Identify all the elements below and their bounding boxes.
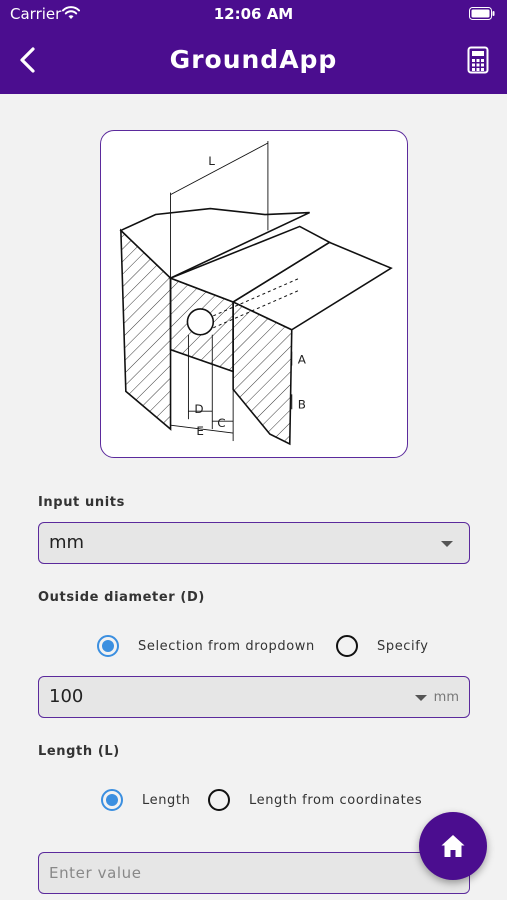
radio-label-length-from-coordinates[interactable]: Length from coordinates <box>249 793 422 808</box>
dim-label-e: E <box>196 424 204 438</box>
input-units-select[interactable]: mm <box>38 522 470 564</box>
radio-label-length[interactable]: Length <box>142 793 190 808</box>
dim-label-b: B <box>298 397 306 411</box>
outside-diameter-select[interactable]: 100 mm <box>38 676 470 718</box>
chevron-down-icon <box>441 541 453 547</box>
page-title: GroundApp <box>169 45 338 74</box>
radio-length-from-coordinates[interactable] <box>208 789 230 811</box>
radio-specify[interactable] <box>336 635 358 657</box>
radio-length[interactable] <box>101 789 123 811</box>
radio-label-selection-from-dropdown[interactable]: Selection from dropdown <box>138 639 315 654</box>
home-icon <box>441 835 465 857</box>
length-label: Length (L) <box>38 744 120 759</box>
length-input[interactable] <box>38 852 470 894</box>
outside-diameter-value: 100 <box>49 686 84 707</box>
radio-label-specify[interactable]: Specify <box>377 639 429 654</box>
calculator-icon <box>467 46 489 74</box>
dim-label-a: A <box>298 353 307 367</box>
trench-diagram: L A B D C E <box>100 130 408 458</box>
input-units-label: Input units <box>38 495 125 510</box>
radio-selection-from-dropdown[interactable] <box>97 635 119 657</box>
diameter-unit-suffix: mm <box>433 690 459 705</box>
battery-icon <box>469 7 495 20</box>
status-bar: Carrier 12:06 AM <box>0 0 507 28</box>
dim-label-c: C <box>217 416 225 430</box>
trench-cross-section-drawing: L A B D C E <box>119 141 393 446</box>
chevron-down-icon <box>415 695 427 701</box>
input-units-value: mm <box>49 532 85 553</box>
outside-diameter-label: Outside diameter (D) <box>38 590 205 605</box>
calculator-button[interactable] <box>467 46 489 74</box>
app-header: Carrier 12:06 AM GroundApp <box>0 0 507 94</box>
clock: 12:06 AM <box>213 5 294 23</box>
home-button[interactable] <box>419 812 487 880</box>
dim-label-l: L <box>208 154 215 168</box>
dim-label-d: D <box>194 402 203 416</box>
